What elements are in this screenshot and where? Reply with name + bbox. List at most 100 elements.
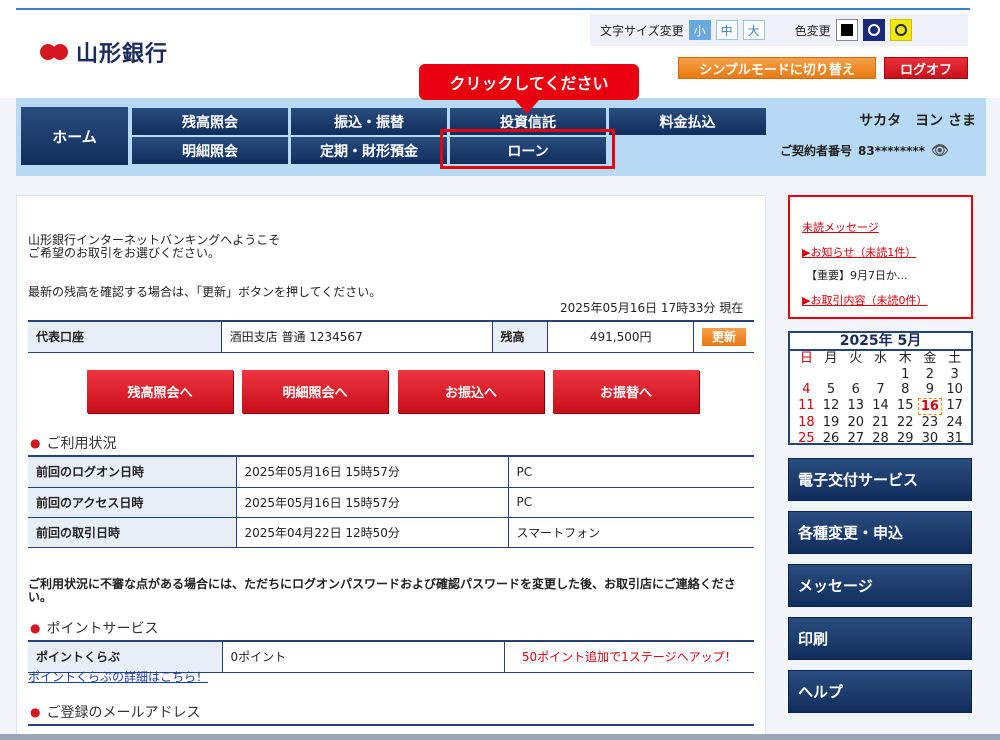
settings-apply-button[interactable]: 各種変更・申込: [788, 511, 972, 554]
notice-link[interactable]: ▶お知らせ（未読1件）: [802, 244, 916, 260]
points-label: ポイントくらぶ: [28, 642, 222, 673]
remittance-button[interactable]: お振込へ: [398, 370, 544, 413]
usage-table: 前回のログオン日時 2025年05月16日 15時57分 PC 前回のアクセス日…: [28, 457, 754, 548]
table-row: 前回のログオン日時 2025年05月16日 15時57分 PC: [28, 457, 754, 488]
help-button[interactable]: ヘルプ: [788, 670, 972, 713]
e-delivery-button[interactable]: 電子交付サービス: [788, 458, 972, 501]
balance-label: 残高: [491, 322, 548, 353]
calendar-day: 27: [847, 430, 865, 446]
calendar-day: 20: [847, 415, 865, 430]
points-promo: 50ポイント追加で1ステージへアップ！: [503, 642, 754, 673]
transfer-button[interactable]: お振替へ: [553, 370, 699, 413]
calendar-weekday: 水: [873, 351, 887, 366]
calendar-weekday: 土: [948, 351, 962, 366]
balance-timestamp: 2025年05月16日 17時33分 現在: [560, 301, 744, 315]
click-here-callout: クリックしてください: [419, 64, 639, 114]
account-table: 代表口座 酒田支店 普通 1234567 残高 491,500円 更新: [28, 322, 754, 353]
calendar-weekday: 木: [898, 351, 912, 366]
calendar-day: [843, 367, 868, 383]
calendar-day: 19: [822, 415, 840, 430]
nav-balance-inquiry[interactable]: 残高照会: [132, 108, 288, 135]
calendar-day: 21: [872, 415, 889, 430]
cherry-logo-icon: [40, 41, 70, 63]
calendar-day: 1: [901, 366, 910, 382]
calendar-grid: 日月火水木金土 1 2 3 4 5 6 7 8 9 10 11 12 13 14 15 16 17 18 19 20 21…: [790, 351, 971, 446]
logoff-button[interactable]: ログオフ: [884, 57, 968, 79]
calendar-day: 15: [896, 397, 914, 413]
calendar-day: [794, 367, 819, 383]
email-section-heading: ● ご登録のメールアドレス: [30, 702, 200, 722]
transaction-link[interactable]: ▶お取引内容（未読0件）: [802, 292, 927, 308]
nav-bill-payment[interactable]: 料金払込: [609, 108, 766, 135]
calendar: 2025年 5月 日月火水木金土 1 2 3 4 5 6 7 8 9 10 11 12 13 14 15 16 1…: [788, 331, 973, 446]
font-size-large-button[interactable]: 大: [742, 20, 765, 40]
balance-value: 491,500円: [547, 322, 694, 353]
calendar-day: 4: [802, 382, 811, 397]
usage-label: 前回のアクセス日時: [28, 487, 236, 518]
usage-device: スマートフォン: [507, 517, 754, 548]
statement-inquiry-button[interactable]: 明細照会へ: [242, 370, 388, 413]
calendar-day: 5: [826, 382, 836, 397]
account-label: 代表口座: [28, 322, 222, 353]
color-change-label: 色変更: [794, 23, 831, 38]
calendar-day: 22: [896, 415, 914, 430]
usage-datetime: 2025年05月16日 15時57分: [235, 487, 508, 518]
print-button[interactable]: 印刷: [788, 617, 972, 660]
nav-statement-inquiry[interactable]: 明細照会: [132, 137, 288, 164]
calendar-day: 9: [925, 382, 935, 397]
points-detail-link[interactable]: ポイントくらぶの詳細はこちら！: [28, 671, 208, 684]
usage-label: 前回のログオン日時: [28, 457, 236, 488]
calendar-day: 23: [921, 415, 939, 430]
calendar-day: 28: [872, 430, 889, 446]
nav-transfer[interactable]: 振込・振替: [291, 108, 447, 135]
calendar-weekday: 日: [799, 351, 813, 366]
font-size-label: 文字サイズ変更: [600, 23, 684, 38]
update-button[interactable]: 更新: [701, 327, 746, 346]
usage-datetime: 2025年04月22日 12時50分: [235, 517, 508, 548]
calendar-day: 29: [896, 430, 914, 446]
message-button[interactable]: メッセージ: [788, 564, 972, 607]
contract-number-row: ご契約者番号 83******** 👁: [780, 142, 949, 159]
bottom-bar: [0, 734, 1000, 740]
calendar-day: 31: [946, 430, 963, 446]
calendar-day: 10: [946, 382, 963, 397]
points-table: ポイントくらぶ 0ポイント 50ポイント追加で1ステージへアップ！: [28, 642, 754, 673]
usage-heading-text: ご利用状況: [46, 436, 117, 452]
calendar-day: 25: [798, 430, 815, 446]
nav-home[interactable]: ホーム: [21, 107, 128, 165]
calendar-day: 13: [847, 397, 865, 413]
welcome-line-2: ご希望のお取引をお選びください。: [28, 246, 221, 260]
calendar-day: 8: [901, 382, 910, 397]
notice-item[interactable]: 【重要】9月7日か...: [806, 267, 908, 283]
usage-label: 前回の取引日時: [28, 517, 236, 548]
calendar-day: 6: [851, 382, 860, 397]
simple-mode-button[interactable]: シンプルモードに切り替え: [678, 57, 876, 79]
refresh-note: 最新の残高を確認する場合は、「更新」ボタンを押してください。: [28, 285, 382, 299]
cherry-icon: ●: [30, 621, 41, 635]
calendar-day: [819, 367, 844, 383]
calendar-day: 12: [822, 397, 840, 413]
balance-inquiry-button[interactable]: 残高照会へ: [87, 370, 233, 413]
color-navy-button[interactable]: [862, 19, 885, 41]
calendar-day: 16: [917, 397, 943, 415]
calendar-title: 2025年 5月: [790, 333, 971, 351]
bank-logo[interactable]: 山形銀行: [40, 36, 168, 68]
font-size-small-button[interactable]: 小: [688, 20, 711, 40]
nav-time-deposit[interactable]: 定期・財形預金: [291, 137, 447, 164]
utility-bar: 文字サイズ変更 小 中 大 色変更: [590, 14, 968, 46]
calendar-day: 11: [798, 397, 815, 413]
points-heading-text: ポイントサービス: [46, 621, 159, 637]
eye-off-icon[interactable]: 👁: [931, 143, 949, 159]
color-yellow-button[interactable]: [889, 19, 912, 41]
calendar-day: 2: [925, 366, 935, 382]
color-black-button[interactable]: [835, 19, 858, 41]
calendar-day: 7: [876, 382, 885, 397]
font-size-medium-button[interactable]: 中: [715, 20, 738, 40]
calendar-day: [868, 367, 893, 383]
calendar-weekday: 金: [923, 351, 937, 366]
table-row: 前回の取引日時 2025年04月22日 12時50分 スマートフォン: [28, 517, 754, 548]
calendar-weekday: 火: [849, 351, 863, 366]
security-warning: ご利用状況に不審な点がある場合には、ただちにログオンパスワードおよび確認パスワー…: [28, 577, 736, 604]
unread-message-link[interactable]: 未読メッセージ: [802, 219, 879, 235]
usage-device: PC: [507, 457, 754, 488]
